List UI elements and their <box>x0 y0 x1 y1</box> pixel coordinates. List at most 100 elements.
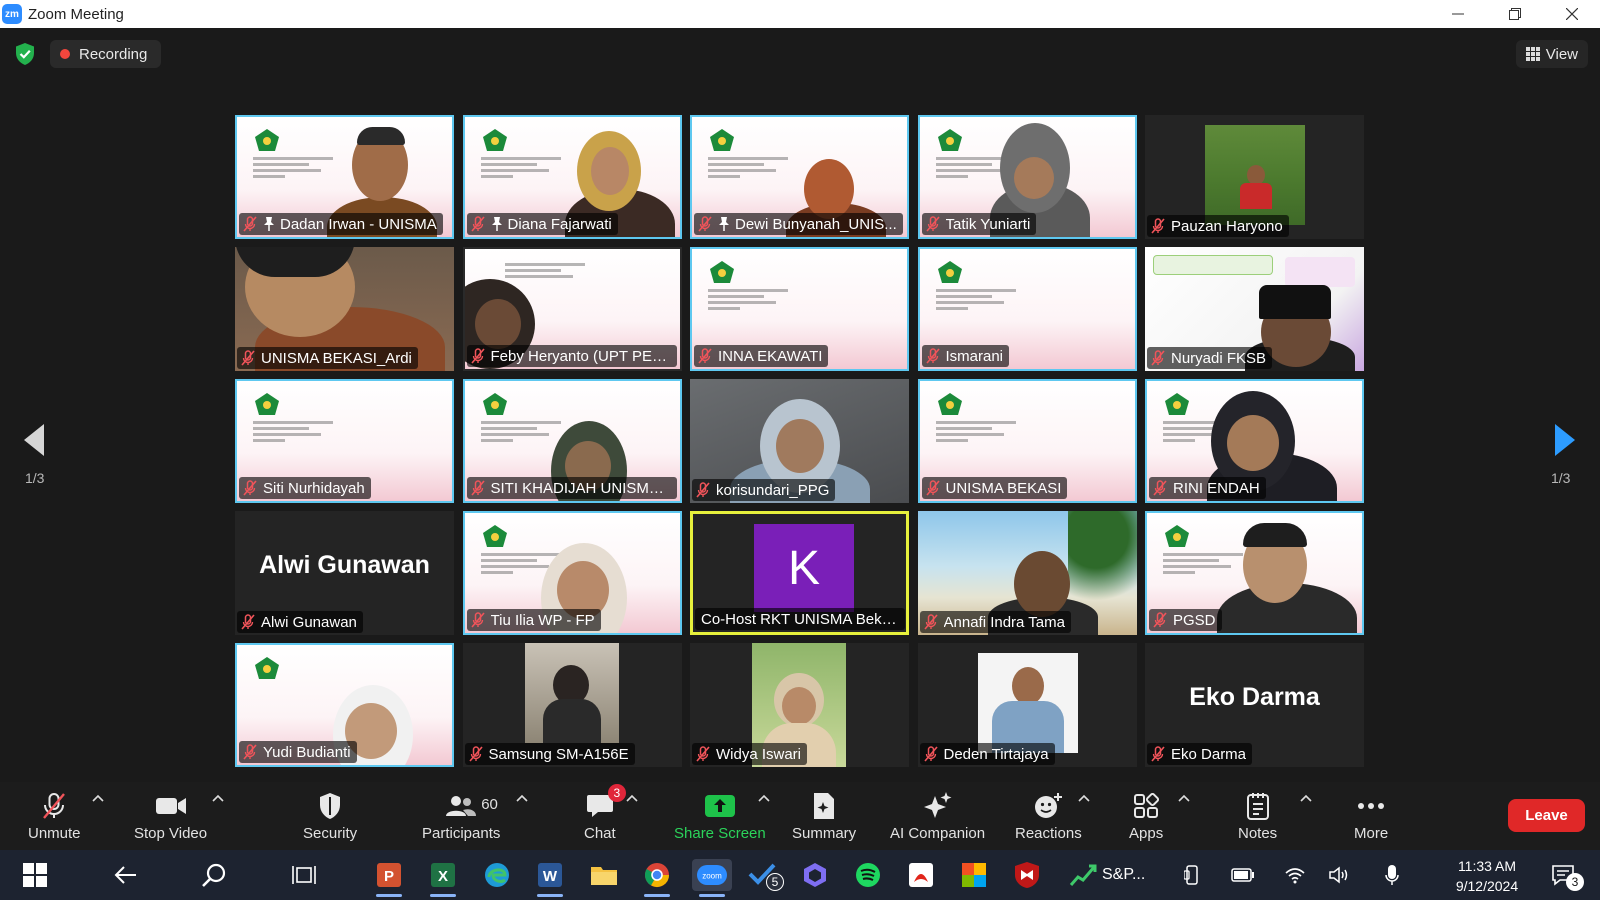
word-icon: W <box>538 863 562 887</box>
video-tile[interactable]: RINI ENDAH <box>1145 379 1364 503</box>
ai-companion-button[interactable]: AI Companion <box>890 790 985 842</box>
tray-phone-link[interactable] <box>1180 859 1204 891</box>
taskbar-file-explorer[interactable] <box>587 859 621 891</box>
stop-video-button[interactable]: Stop Video <box>134 790 207 842</box>
video-tile[interactable]: Samsung SM-A156E <box>462 643 682 767</box>
more-button[interactable]: More <box>1354 790 1388 842</box>
muted-mic-icon <box>696 482 710 498</box>
taskbar-app-grid[interactable] <box>957 859 991 891</box>
notes-options-chevron-up-icon[interactable] <box>1300 794 1312 802</box>
video-tile[interactable]: Diana Fajarwati <box>462 115 682 239</box>
video-tile[interactable]: Tiu Ilia WP - FP <box>462 511 682 635</box>
video-tile[interactable]: Dadan Irwan - UNISMA <box>235 115 454 239</box>
taskbar-edge[interactable] <box>480 859 514 891</box>
minimize-button[interactable] <box>1429 0 1486 28</box>
chat-options-chevron-up-icon[interactable] <box>626 794 638 802</box>
search-button[interactable] <box>197 859 231 891</box>
task-view-button[interactable] <box>287 859 321 891</box>
video-tile-active-speaker[interactable]: K Co-Host RKT UNISMA Bekasi <box>690 511 909 635</box>
reactions-options-chevron-up-icon[interactable] <box>1078 794 1090 802</box>
video-tile[interactable]: INNA EKAWATI <box>690 247 909 371</box>
summary-button[interactable]: Summary <box>792 790 856 842</box>
university-logo-icon <box>482 393 507 415</box>
taskbar-spotify[interactable] <box>851 859 885 891</box>
next-page-arrow-icon[interactable] <box>1553 420 1577 460</box>
taskbar-acrobat[interactable] <box>904 859 938 891</box>
audio-options-chevron-up-icon[interactable] <box>92 794 104 802</box>
accreditation-banner <box>1285 257 1355 287</box>
leave-button[interactable]: Leave <box>1508 799 1585 832</box>
windows-taskbar: P X W zoom 5 S&P... 11:33 AM 9/12/2024 3 <box>0 850 1600 900</box>
participant-display-name: Alwi Gunawan <box>259 551 430 579</box>
tray-microphone[interactable] <box>1378 859 1406 891</box>
excel-icon: X <box>431 863 455 887</box>
reactions-button[interactable]: Reactions <box>1015 790 1082 842</box>
video-tile[interactable]: Dewi Bunyanah_UNIS... <box>690 115 909 239</box>
video-tile[interactable]: Annafi Indra Tama <box>917 511 1137 635</box>
tray-wifi[interactable] <box>1280 859 1310 891</box>
stock-widget-label[interactable]: S&P... <box>1102 866 1145 884</box>
muted-mic-icon <box>923 614 938 630</box>
participant-name: Dewi Bunyanah_UNIS... <box>735 215 897 233</box>
taskbar-chrome[interactable] <box>640 859 674 897</box>
video-tile[interactable]: Siti Nurhidayah <box>235 379 454 503</box>
encryption-shield-icon[interactable] <box>14 42 36 66</box>
recording-indicator[interactable]: Recording <box>50 40 162 68</box>
participant-name: korisundari_PPG <box>716 481 830 499</box>
slide-text-lines <box>935 421 1016 445</box>
view-button[interactable]: View <box>1515 40 1588 68</box>
share-screen-button[interactable]: Share Screen <box>674 790 766 842</box>
share-options-chevron-up-icon[interactable] <box>758 794 770 802</box>
video-tile[interactable]: Eko Darma Eko Darma <box>1145 643 1364 767</box>
video-tile[interactable]: Pauzan Haryono <box>1145 115 1364 239</box>
video-tile[interactable]: SITI KHADIJAH UNISMA B... <box>462 379 682 503</box>
video-tile[interactable]: UNISMA BEKASI <box>917 379 1137 503</box>
video-tile[interactable]: Feby Heryanto (UPT PERP... <box>462 247 682 371</box>
apps-options-chevron-up-icon[interactable] <box>1178 794 1190 802</box>
video-options-chevron-up-icon[interactable] <box>212 794 224 802</box>
video-tile[interactable]: Yudi Budianti <box>235 643 454 767</box>
taskbar-powerpoint[interactable]: P <box>372 859 406 897</box>
video-tile[interactable]: Nuryadi FKSB <box>1145 247 1364 371</box>
video-tile[interactable]: korisundari_PPG <box>690 379 909 503</box>
video-tile[interactable]: UNISMA BEKASI_Ardi <box>235 247 454 371</box>
battery-icon <box>1231 868 1254 882</box>
close-button[interactable] <box>1543 0 1600 28</box>
notes-button[interactable]: Notes <box>1238 790 1277 842</box>
previous-page-arrow-icon[interactable] <box>22 420 46 460</box>
start-button[interactable] <box>18 859 52 891</box>
security-button[interactable]: Security <box>303 790 357 842</box>
participant-name: RINI ENDAH <box>1173 479 1260 497</box>
restore-button[interactable] <box>1486 0 1543 28</box>
taskbar-zoom[interactable]: zoom <box>692 859 732 897</box>
taskbar-word[interactable]: W <box>533 859 567 897</box>
video-tile[interactable]: Ismarani <box>917 247 1137 371</box>
taskbar-stock-widget[interactable] <box>1066 859 1100 891</box>
unmute-button[interactable]: Unmute <box>28 790 81 842</box>
taskbar-clock[interactable]: 11:33 AM 9/12/2024 <box>1446 856 1528 896</box>
tray-battery[interactable] <box>1228 859 1258 891</box>
back-button[interactable] <box>108 859 142 891</box>
slide-text-lines <box>480 421 561 445</box>
participant-name: Tatik Yuniarti <box>945 215 1031 233</box>
participants-button[interactable]: 60 Participants <box>422 790 500 842</box>
video-tile[interactable]: Tatik Yuniarti <box>917 115 1137 239</box>
video-tile[interactable]: Widya Iswari <box>690 643 909 767</box>
notification-center-button[interactable]: 3 <box>1546 859 1584 891</box>
video-tile[interactable]: Deden Tirtajaya <box>917 643 1137 767</box>
meeting-area: Recording View 1/3 1/3 Dadan Irwan - UNI… <box>0 28 1600 782</box>
taskbar-copilot[interactable] <box>798 859 832 891</box>
video-tile[interactable]: PGSD <box>1145 511 1364 635</box>
taskbar-mcafee[interactable] <box>1010 859 1044 891</box>
folder-icon <box>591 867 617 885</box>
video-tile[interactable]: Alwi Gunawan Alwi Gunawan <box>235 511 454 635</box>
taskbar-excel[interactable]: X <box>426 859 460 897</box>
video-camera-icon <box>155 798 186 814</box>
notification-count-badge: 3 <box>1566 873 1584 891</box>
participants-options-chevron-up-icon[interactable] <box>516 794 528 802</box>
chat-button[interactable]: 3 Chat <box>584 784 626 842</box>
security-shield-app-icon <box>1015 862 1039 888</box>
tray-volume[interactable] <box>1324 859 1354 891</box>
taskbar-todo[interactable]: 5 <box>746 859 784 891</box>
apps-button[interactable]: Apps <box>1129 790 1163 842</box>
